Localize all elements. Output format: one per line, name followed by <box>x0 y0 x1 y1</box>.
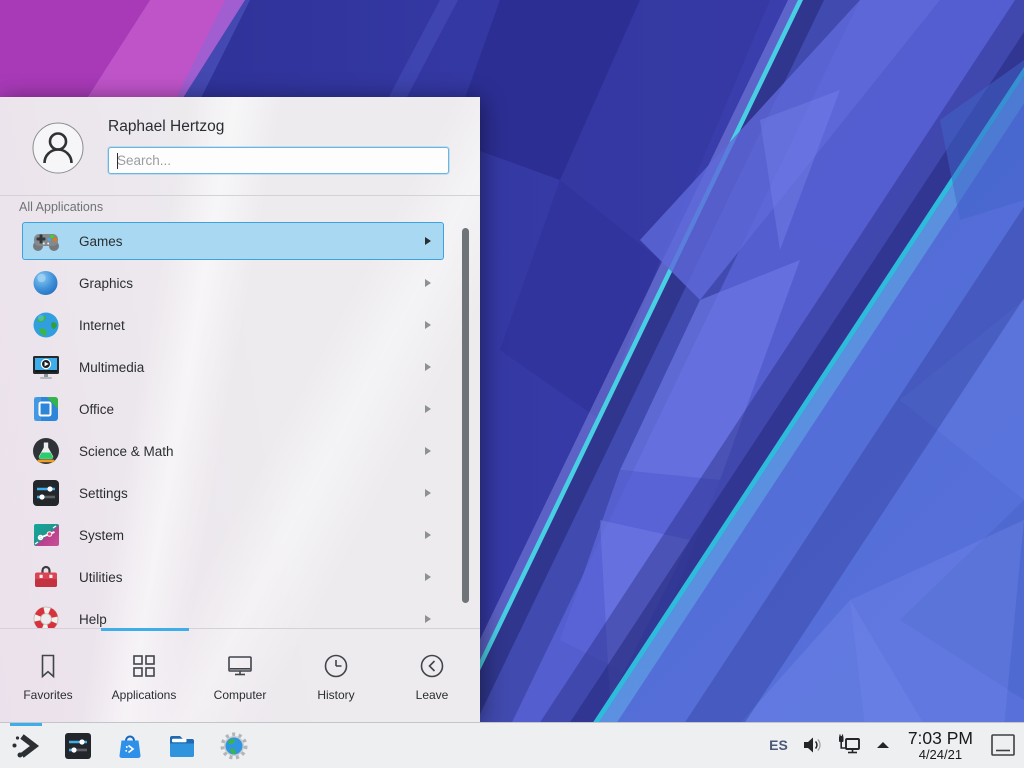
search-box <box>108 147 449 174</box>
menu-item-settings[interactable]: Settings <box>22 474 444 512</box>
discover-button[interactable] <box>110 723 150 768</box>
submenu-arrow-icon <box>425 363 431 371</box>
category-list: Games Graphics <box>0 222 480 628</box>
submenu-arrow-icon <box>425 489 431 497</box>
menu-item-internet[interactable]: Internet <box>22 306 444 344</box>
tab-computer[interactable]: Computer <box>192 629 288 722</box>
submenu-arrow-icon <box>425 237 431 245</box>
sphere-icon <box>30 267 62 299</box>
tab-history[interactable]: History <box>288 629 384 722</box>
app-launcher-icon <box>10 730 42 762</box>
menu-item-games[interactable]: Games <box>22 222 444 260</box>
grid-icon <box>129 651 159 681</box>
sliders-icon <box>30 477 62 509</box>
system-tray: ES 7:03 PM 4/24/21 <box>769 729 1024 761</box>
submenu-arrow-icon <box>425 573 431 581</box>
office-doc-icon <box>30 393 62 425</box>
system-sliders-icon <box>30 519 62 551</box>
menu-item-office[interactable]: Office <box>22 390 444 428</box>
clock-icon <box>321 651 351 681</box>
submenu-arrow-icon <box>425 321 431 329</box>
show-desktop-icon <box>990 733 1016 757</box>
show-desktop-button[interactable] <box>990 732 1016 758</box>
file-manager-icon <box>166 730 198 762</box>
toolbox-icon <box>30 561 62 593</box>
submenu-arrow-icon <box>425 531 431 539</box>
globe-icon <box>30 309 62 341</box>
tab-applications[interactable]: Applications <box>96 629 192 722</box>
launcher-tabbar: Favorites Applications Computer <box>0 628 480 722</box>
file-manager-button[interactable] <box>162 723 202 768</box>
menu-item-utilities[interactable]: Utilities <box>22 558 444 596</box>
system-settings-icon <box>62 730 94 762</box>
tab-favorites[interactable]: Favorites <box>0 629 96 722</box>
bookmark-icon <box>33 651 63 681</box>
submenu-arrow-icon <box>425 447 431 455</box>
user-avatar-icon[interactable] <box>32 122 84 174</box>
flask-icon <box>30 435 62 467</box>
application-launcher-popup: Raphael Hertzog All Applications <box>0 97 480 722</box>
menu-item-science-math[interactable]: Science & Math <box>22 432 444 470</box>
gamepad-icon <box>30 225 62 257</box>
monitor-icon <box>225 651 255 681</box>
network-icon[interactable] <box>836 733 862 757</box>
submenu-arrow-icon <box>425 615 431 623</box>
launcher-header: Raphael Hertzog <box>0 97 480 196</box>
lifebuoy-icon <box>30 603 62 628</box>
leave-icon <box>417 651 447 681</box>
media-screen-icon <box>30 351 62 383</box>
taskbar-panel: ES 7:03 PM 4/24/21 <box>0 722 1024 768</box>
submenu-arrow-icon <box>425 405 431 413</box>
web-browser-icon <box>218 730 250 762</box>
digital-clock[interactable]: 7:03 PM 4/24/21 <box>904 729 977 761</box>
menu-item-graphics[interactable]: Graphics <box>22 264 444 302</box>
menu-item-system[interactable]: System <box>22 516 444 554</box>
tab-leave[interactable]: Leave <box>384 629 480 722</box>
web-browser-button[interactable] <box>214 723 254 768</box>
submenu-arrow-icon <box>425 279 431 287</box>
clock-date: 4/24/21 <box>908 748 973 762</box>
system-settings-button[interactable] <box>58 723 98 768</box>
expand-tray-icon[interactable] <box>875 740 891 750</box>
section-label: All Applications <box>19 200 103 214</box>
scrollbar-handle[interactable] <box>462 228 469 603</box>
menu-item-help[interactable]: Help <box>22 600 444 628</box>
search-input[interactable] <box>109 148 448 173</box>
clock-time: 7:03 PM <box>908 729 973 747</box>
text-caret <box>117 153 118 169</box>
menu-item-multimedia[interactable]: Multimedia <box>22 348 444 386</box>
active-tab-indicator <box>101 628 189 631</box>
user-name: Raphael Hertzog <box>108 118 224 136</box>
app-launcher-button[interactable] <box>6 723 46 768</box>
discover-icon <box>114 730 146 762</box>
volume-icon[interactable] <box>801 734 823 756</box>
keyboard-layout-indicator[interactable]: ES <box>769 737 788 753</box>
